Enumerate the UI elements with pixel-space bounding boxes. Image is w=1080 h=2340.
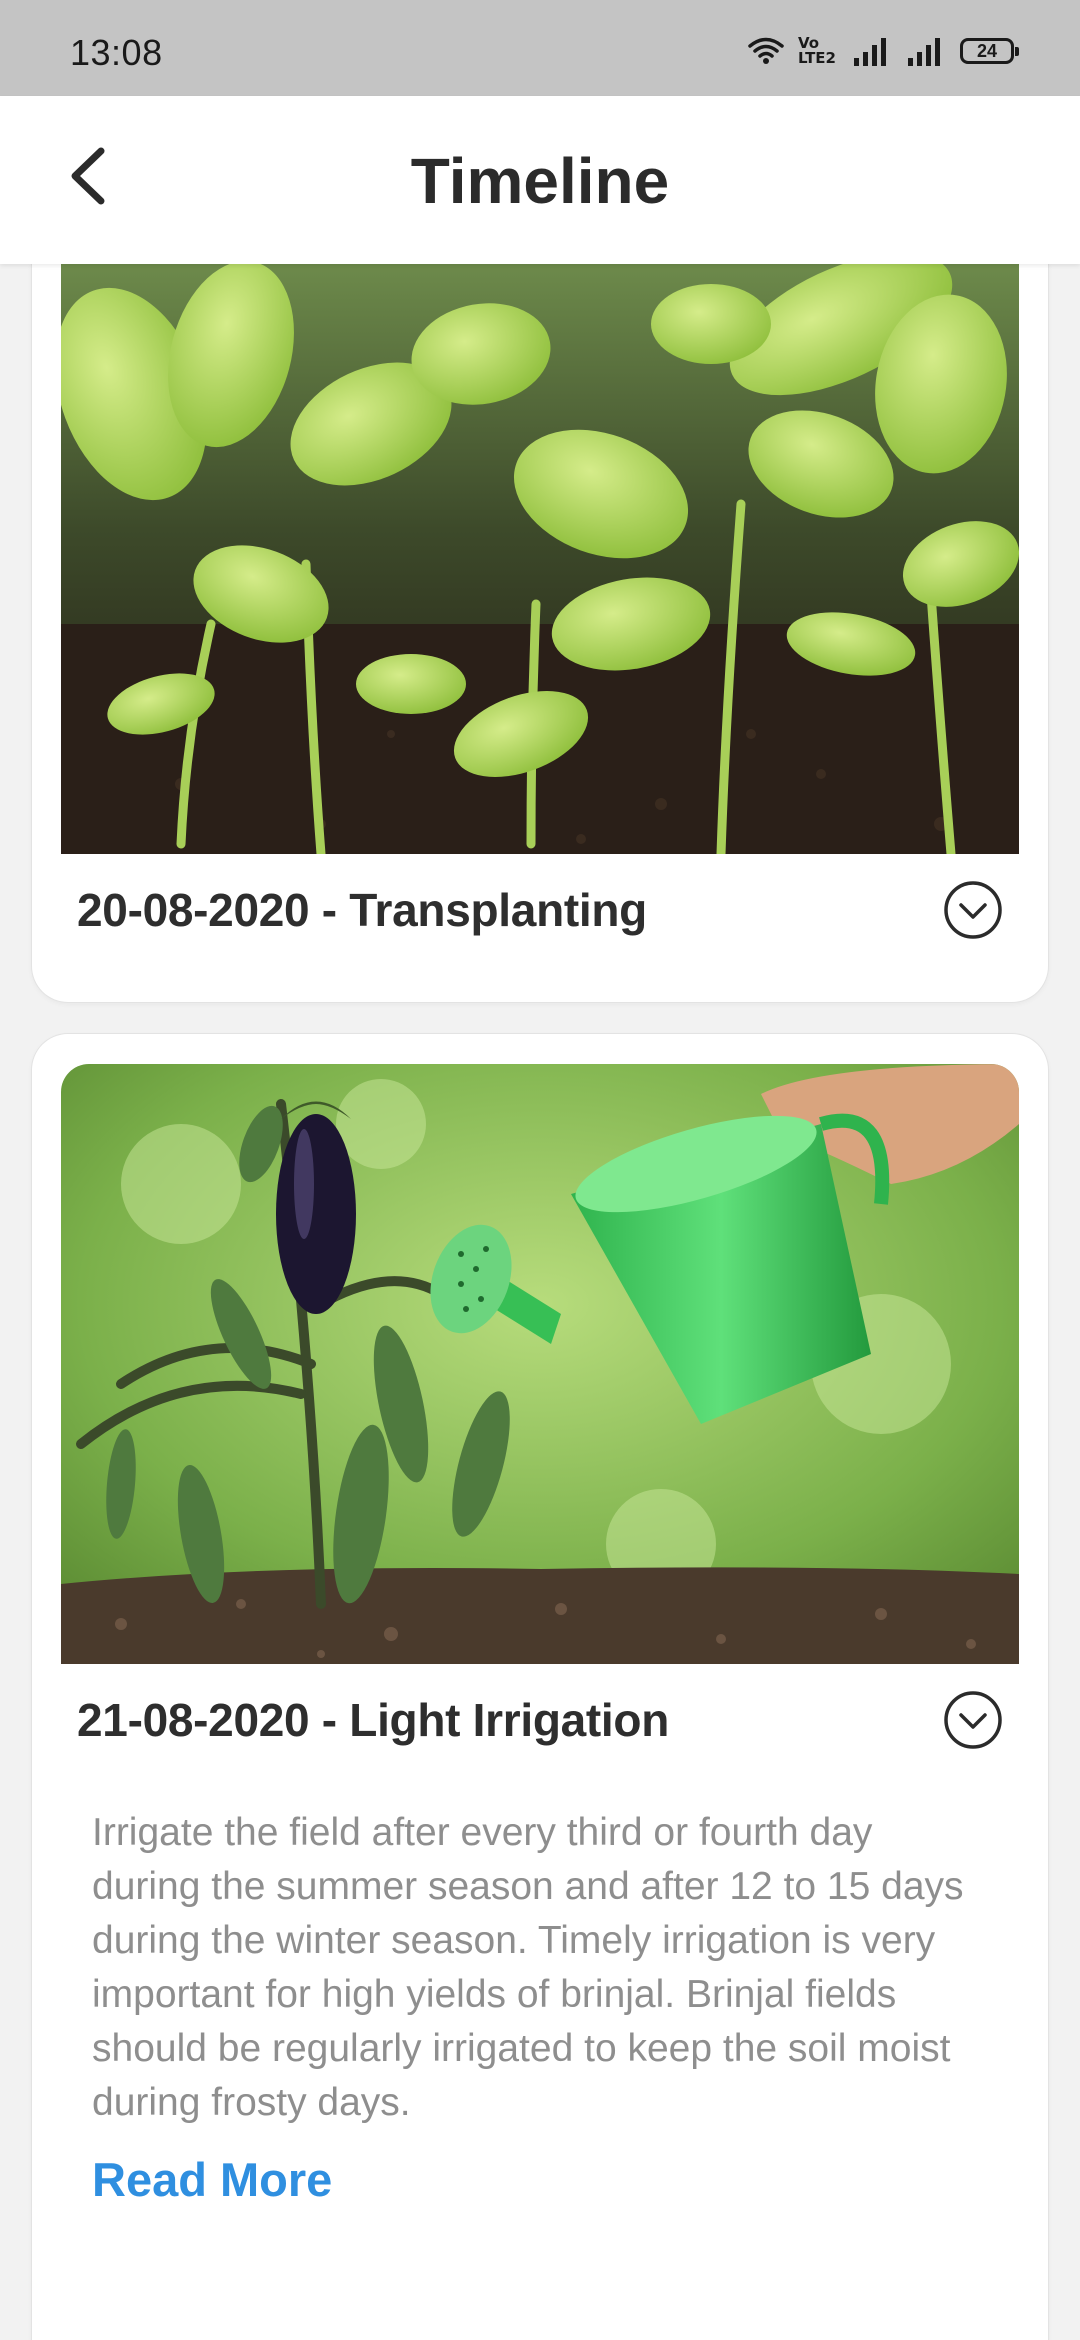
page-title: Timeline — [410, 145, 670, 217]
wifi-icon — [748, 37, 784, 64]
volte-icon: Vo LTE2 — [798, 34, 836, 67]
signal-icon — [854, 38, 886, 66]
battery-icon: 24 — [960, 38, 1019, 64]
seedlings-image — [61, 264, 1019, 854]
card-header[interactable]: 21-08-2020 - Light Irrigation — [77, 1680, 1003, 1760]
status-bar: 13:08 Vo LTE2 24 — [0, 0, 1080, 96]
battery-level: 24 — [976, 40, 998, 61]
card-description: Irrigate the field after every third or … — [92, 1811, 964, 2124]
expand-button[interactable] — [943, 880, 1003, 940]
read-more-link[interactable]: Read More — [92, 2152, 332, 2207]
chevron-down-circle-icon — [944, 1691, 1002, 1749]
timeline-card[interactable]: 20-08-2020 - Transplanting — [32, 264, 1048, 1002]
chevron-down-circle-icon — [944, 881, 1002, 939]
status-time: 13:08 — [70, 32, 163, 73]
timeline-list[interactable]: 20-08-2020 - Transplanting 21-08-2020 - … — [0, 264, 1080, 2340]
status-icons: Vo LTE2 24 — [748, 30, 1019, 67]
card-title: 21-08-2020 - Light Irrigation — [77, 1694, 669, 1746]
card-header[interactable]: 20-08-2020 - Transplanting — [77, 870, 1003, 950]
app-bar: Timeline — [0, 96, 1080, 264]
irrigation-image — [61, 1064, 1019, 1664]
expand-button[interactable] — [943, 1690, 1003, 1750]
signal-icon — [908, 38, 940, 66]
card-title: 20-08-2020 - Transplanting — [77, 884, 647, 936]
timeline-card[interactable]: 21-08-2020 - Light Irrigation Irrigate t… — [32, 1034, 1048, 2340]
